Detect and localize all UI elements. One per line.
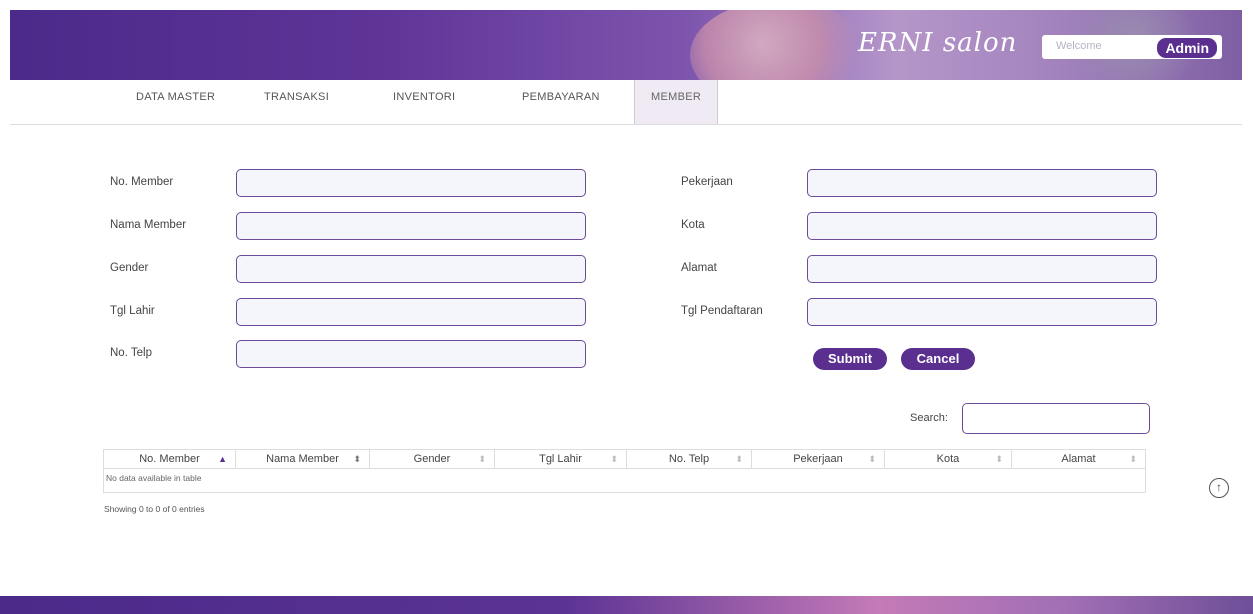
alamat-input[interactable] — [807, 255, 1157, 283]
label-kota: Kota — [681, 219, 705, 231]
sort-icon: ⬍ — [995, 454, 1003, 464]
label-nama-member: Nama Member — [110, 219, 187, 231]
nav-item-pembayaran[interactable]: PEMBAYARAN — [522, 80, 600, 124]
column-header-pekerjaan[interactable]: Pekerjaan ⬍ — [752, 450, 885, 468]
header-banner: ERNI salon Welcome Admin — [10, 10, 1242, 80]
nav-item-data-master[interactable]: DATA MASTER — [136, 80, 215, 124]
submit-button[interactable]: Submit — [813, 348, 887, 370]
footer-banner — [0, 596, 1253, 614]
nav-item-transaksi[interactable]: TRANSAKSI — [264, 80, 329, 124]
table-body: No data available in table — [103, 469, 1146, 493]
column-header-alamat[interactable]: Alamat ⬍ — [1012, 450, 1145, 468]
nama-member-input[interactable] — [236, 212, 586, 240]
table-info: Showing 0 to 0 of 0 entries — [104, 504, 205, 514]
label-tgl-lahir: Tgl Lahir — [110, 305, 155, 317]
empty-table-message: No data available in table — [106, 473, 202, 483]
sort-icon: ⬍ — [735, 454, 743, 464]
column-label: Nama Member — [266, 453, 339, 465]
column-label: No. Telp — [668, 453, 710, 465]
label-no-telp: No. Telp — [110, 347, 152, 359]
sort-icon: ⬍ — [353, 454, 361, 464]
sort-icon: ⬍ — [478, 454, 486, 464]
column-label: Kota — [936, 453, 960, 465]
column-header-tgl-lahir[interactable]: Tgl Lahir ⬍ — [495, 450, 627, 468]
tgl-pendaftaran-input[interactable] — [807, 298, 1157, 326]
column-label: Gender — [413, 453, 451, 465]
label-gender: Gender — [110, 262, 149, 274]
sort-icon: ⬍ — [868, 454, 876, 464]
gender-input[interactable] — [236, 255, 586, 283]
nav-item-inventori[interactable]: INVENTORI — [393, 80, 455, 124]
arrow-up-circle-icon[interactable]: ↑ — [1209, 478, 1229, 498]
search-label: Search: — [910, 412, 948, 424]
column-label: Tgl Lahir — [539, 453, 582, 465]
main-nav: DATA MASTER TRANSAKSI INVENTORI PEMBAYAR… — [10, 80, 1242, 125]
no-telp-input[interactable] — [236, 340, 586, 368]
brand-logo: ERNI salon — [858, 28, 1018, 58]
column-label: Pekerjaan — [793, 453, 843, 465]
welcome-text: Welcome — [1056, 40, 1102, 52]
sort-asc-icon: ▲ — [218, 454, 227, 464]
cancel-button[interactable]: Cancel — [901, 348, 975, 370]
column-header-kota[interactable]: Kota ⬍ — [885, 450, 1012, 468]
user-box: Welcome Admin — [1042, 35, 1222, 59]
label-pekerjaan: Pekerjaan — [681, 176, 733, 188]
table-header: No. Member ▲ Nama Member ⬍ Gender ⬍ Tgl … — [103, 449, 1146, 469]
column-header-gender[interactable]: Gender ⬍ — [370, 450, 495, 468]
search-input[interactable] — [962, 403, 1150, 434]
column-header-no-member[interactable]: No. Member ▲ — [104, 450, 236, 468]
label-tgl-pendaftaran: Tgl Pendaftaran — [681, 305, 763, 317]
pekerjaan-input[interactable] — [807, 169, 1157, 197]
label-alamat: Alamat — [681, 262, 717, 274]
no-member-input[interactable] — [236, 169, 586, 197]
tgl-lahir-input[interactable] — [236, 298, 586, 326]
column-label: Alamat — [1061, 453, 1096, 465]
kota-input[interactable] — [807, 212, 1157, 240]
sort-icon: ⬍ — [1129, 454, 1137, 464]
label-no-member: No. Member — [110, 176, 174, 188]
column-label: No. Member — [139, 453, 200, 465]
user-menu-button[interactable]: Admin — [1156, 37, 1218, 59]
header-decoration — [690, 10, 870, 80]
column-header-no-telp[interactable]: No. Telp ⬍ — [627, 450, 752, 468]
sort-icon: ⬍ — [610, 454, 618, 464]
nav-item-member[interactable]: MEMBER — [634, 80, 719, 124]
column-header-nama-member[interactable]: Nama Member ⬍ — [236, 450, 370, 468]
